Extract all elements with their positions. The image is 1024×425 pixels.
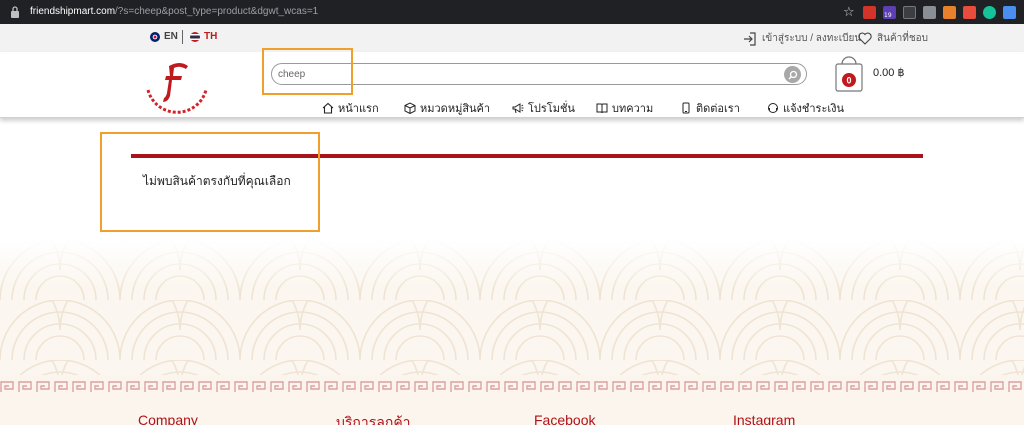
uk-flag-icon: [150, 31, 160, 42]
lang-en-link[interactable]: EN: [150, 31, 178, 42]
lang-en-label: EN: [164, 31, 178, 42]
thai-flag-icon: [190, 31, 200, 42]
browser-address-bar: friendshipmart.com/?s=cheep&post_type=pr…: [0, 0, 1024, 24]
lang-separator: [182, 30, 183, 44]
book-icon: [596, 103, 608, 114]
login-link[interactable]: เข้าสู่ระบบ / ลงทะเบียน: [743, 31, 861, 46]
calendar-extension-icon[interactable]: 19: [883, 5, 896, 19]
footer-heading-instagram: Instagram: [733, 412, 796, 425]
footer-heading-customer-service: บริการลูกค้า: [336, 414, 411, 425]
pdf-extension-icon[interactable]: [863, 5, 876, 19]
search-button[interactable]: [784, 66, 801, 83]
login-icon: [744, 31, 756, 46]
friendship-logo[interactable]: [140, 56, 214, 116]
search-highlight-box: [262, 48, 353, 95]
grid-extension-icon[interactable]: [923, 5, 936, 19]
greek-key-border-pattern: [0, 380, 1024, 394]
wave-background-pattern: [0, 240, 1024, 380]
nav-articles[interactable]: บทความ: [596, 100, 680, 116]
cart-icon[interactable]: 0: [834, 54, 864, 92]
extensions-bar: ☆ 19: [843, 4, 1016, 20]
home-icon: [322, 102, 334, 114]
site-header: 0 0.00 ฿ หน้าแรก หมวดหมู่สินค้า โปรโมชั่…: [0, 52, 1024, 118]
top-strip: EN TH เข้าสู่ระบบ / ลงทะเบียน สินค้าที่ช…: [0, 24, 1024, 52]
puzzle-extension-icon[interactable]: [1003, 5, 1016, 19]
nav-label: โปรโมชั่น: [528, 102, 575, 115]
cart-total[interactable]: 0.00 ฿: [873, 66, 904, 79]
login-label: เข้าสู่ระบบ / ลงทะเบียน: [762, 33, 862, 44]
bookmark-star-icon[interactable]: ☆: [843, 6, 856, 19]
chart-extension-icon[interactable]: [963, 5, 976, 19]
grammarly-extension-icon[interactable]: [983, 5, 996, 19]
phone-icon: [682, 102, 690, 114]
lang-th-link[interactable]: TH: [190, 31, 217, 42]
headset-icon: [768, 103, 778, 113]
url-path: /?s=cheep&post_type=product&dgwt_wcas=1: [115, 6, 319, 17]
nav-label: บทความ: [612, 102, 654, 115]
nav-promotions[interactable]: โปรโมชั่น: [512, 100, 596, 116]
extension-badge: 19: [884, 11, 892, 19]
search-icon: [788, 70, 797, 79]
box-icon: [404, 102, 416, 114]
nav-payment[interactable]: แจ้งชำระเงิน: [767, 100, 867, 116]
url-host: friendshipmart.com: [30, 6, 116, 17]
footer-heading-facebook: Facebook: [534, 412, 596, 425]
cart-count: 0: [846, 76, 851, 86]
url-field[interactable]: friendshipmart.com/?s=cheep&post_type=pr…: [30, 5, 318, 19]
nav-home[interactable]: หน้าแรก: [322, 100, 404, 116]
megaphone-icon: [512, 103, 524, 114]
nav-label: แจ้งชำระเงิน: [783, 102, 845, 115]
main-nav: หน้าแรก หมวดหมู่สินค้า โปรโมชั่น บทความ …: [322, 100, 867, 116]
message-highlight-box: [100, 132, 320, 232]
nav-label: หน้าแรก: [338, 102, 379, 115]
lang-th-label: TH: [204, 31, 218, 42]
wishlist-label: สินค้าที่ชอบ: [877, 33, 928, 44]
orange-extension-icon[interactable]: [943, 5, 956, 19]
lock-icon: [11, 6, 19, 18]
dropbox-extension-icon[interactable]: [903, 5, 916, 19]
footer-heading-company: Company: [138, 412, 198, 425]
nav-label: หมวดหมู่สินค้า: [420, 102, 491, 115]
heart-icon: [858, 32, 872, 45]
nav-label: ติดต่อเรา: [696, 102, 740, 115]
wishlist-link[interactable]: สินค้าที่ชอบ: [858, 31, 928, 46]
nav-contact[interactable]: ติดต่อเรา: [680, 100, 767, 116]
nav-categories[interactable]: หมวดหมู่สินค้า: [404, 100, 512, 116]
